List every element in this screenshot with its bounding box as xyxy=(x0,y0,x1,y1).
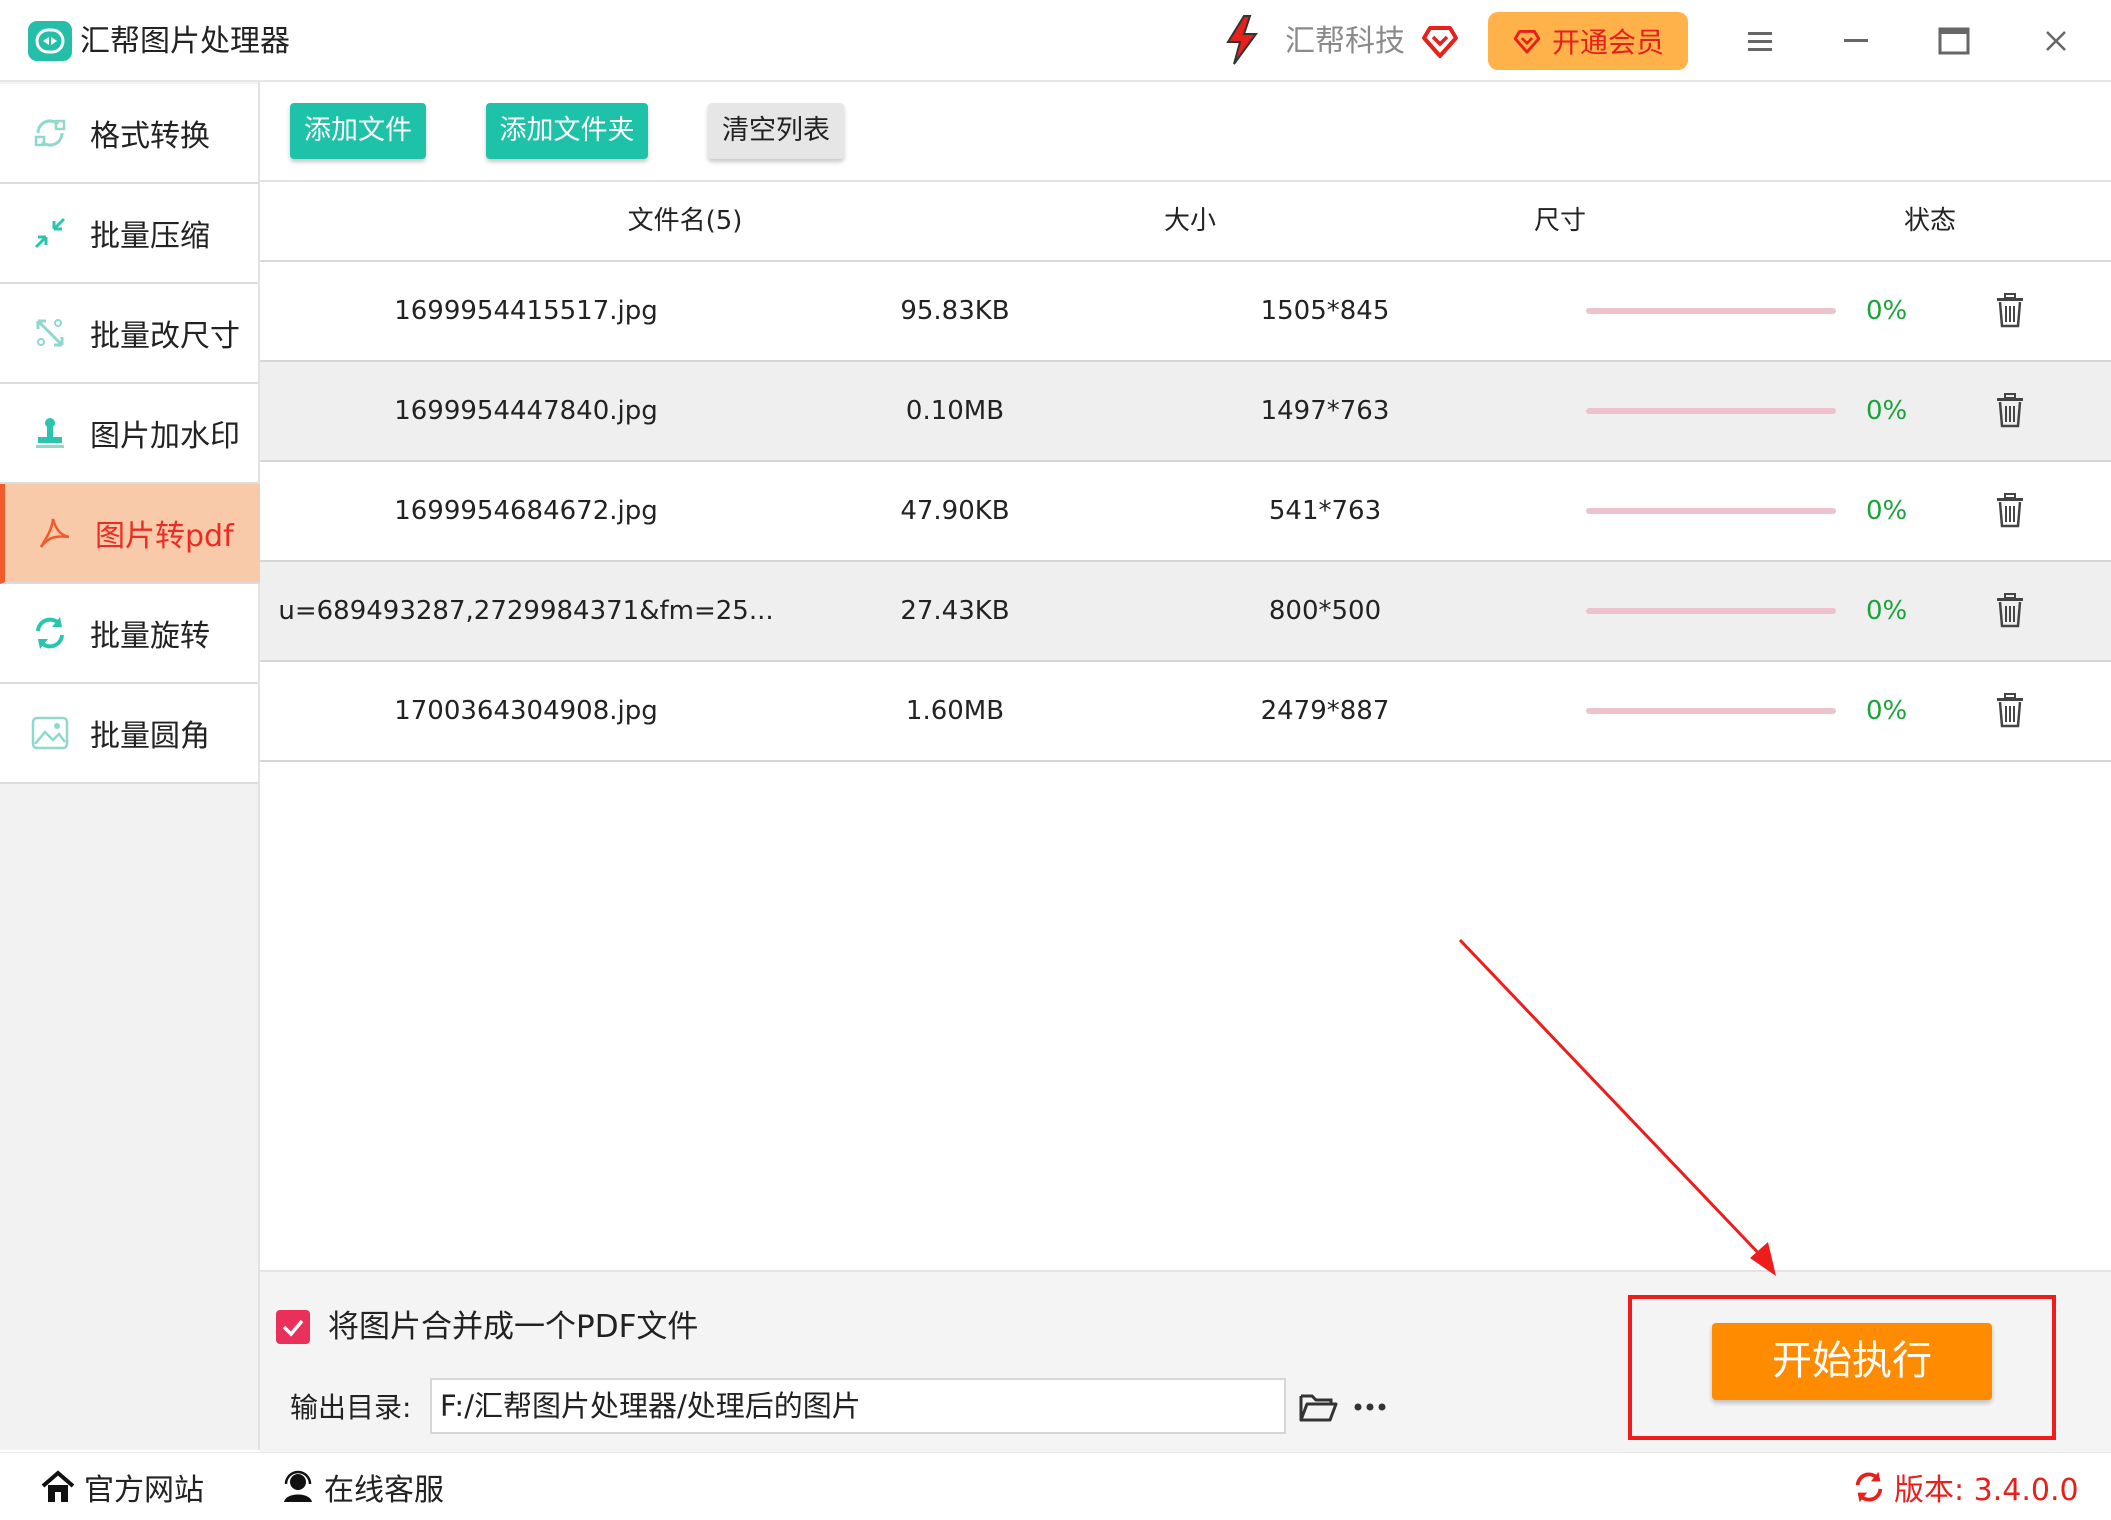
cell-filename: 1700364304908.jpg xyxy=(394,696,658,726)
delete-icon[interactable] xyxy=(1994,592,2026,628)
cell-dimensions: 1505*845 xyxy=(1260,296,1390,326)
sidebar-item-watermark[interactable]: 图片加水印 xyxy=(0,384,258,484)
close-button[interactable] xyxy=(2026,18,2086,64)
app-logo-icon xyxy=(28,21,72,61)
progress-bar xyxy=(1586,708,1836,714)
version-info: 版本: 3.4.0.0 xyxy=(1852,1465,2079,1509)
cell-size: 0.10MB xyxy=(905,396,1005,426)
format-convert-icon xyxy=(30,113,70,153)
table-row: 1699954447840.jpg 0.10MB 1497*763 0% xyxy=(260,362,2111,462)
progress-percent: 0% xyxy=(1866,696,1908,726)
brand-name: 汇帮科技 xyxy=(1285,24,1405,59)
close-icon xyxy=(2046,31,2066,51)
cell-dimensions: 541*763 xyxy=(1268,496,1382,526)
cell-size: 27.43KB xyxy=(900,596,1010,626)
title-bar xyxy=(0,0,2111,82)
progress-bar xyxy=(1586,508,1836,514)
resize-icon xyxy=(30,313,70,353)
delete-icon[interactable] xyxy=(1994,392,2026,428)
table-row: 1700364304908.jpg 1.60MB 2479*887 0% xyxy=(260,662,2111,762)
cell-size: 47.90KB xyxy=(900,496,1010,526)
sidebar-item-rounded-corner[interactable]: 批量圆角 xyxy=(0,684,258,784)
merge-pdf-checkbox[interactable] xyxy=(276,1310,310,1344)
table-row: u=689493287,2729984371&fm=25... 27.43KB … xyxy=(260,562,2111,662)
folder-open-icon[interactable] xyxy=(1298,1390,1338,1424)
merge-pdf-label: 将图片合并成一个PDF文件 xyxy=(328,1309,699,1345)
sidebar-item-rotate[interactable]: 批量旋转 xyxy=(0,584,258,684)
sidebar-item-resize[interactable]: 批量改尺寸 xyxy=(0,284,258,384)
menu-button[interactable] xyxy=(1730,18,1790,64)
pdf-icon xyxy=(35,513,75,553)
cell-dimensions: 1497*763 xyxy=(1260,396,1390,426)
cell-size: 1.60MB xyxy=(905,696,1005,726)
cell-filename: u=689493287,2729984371&fm=25... xyxy=(278,596,774,626)
table-row: 1699954684672.jpg 47.90KB 541*763 0% xyxy=(260,462,2111,562)
sidebar-item-image-to-pdf[interactable]: 图片转pdf xyxy=(0,484,263,584)
progress-bar xyxy=(1586,608,1836,614)
check-icon xyxy=(282,1319,304,1337)
cell-size: 95.83KB xyxy=(900,296,1010,326)
sidebar-item-compress[interactable]: 批量压缩 xyxy=(0,184,258,284)
sidebar-item-label: 图片转pdf xyxy=(95,519,234,554)
heart-icon xyxy=(1422,26,1458,58)
delete-icon[interactable] xyxy=(1994,692,2026,728)
brand-logo-icon xyxy=(1226,15,1258,65)
clear-list-button[interactable]: 清空列表 xyxy=(708,103,844,159)
sidebar-item-label: 批量压缩 xyxy=(90,219,210,254)
hamburger-icon xyxy=(1748,32,1772,51)
online-support-link[interactable]: 在线客服 xyxy=(280,1465,444,1509)
cell-dimensions: 800*500 xyxy=(1268,596,1382,626)
start-button[interactable]: 开始执行 xyxy=(1712,1323,1992,1400)
column-header-dimensions: 尺寸 xyxy=(1533,206,1586,236)
app-title: 汇帮图片处理器 xyxy=(80,24,290,59)
delete-icon[interactable] xyxy=(1994,492,2026,528)
add-file-button[interactable]: 添加文件 xyxy=(290,103,426,159)
more-options-icon[interactable] xyxy=(1350,1394,1390,1420)
official-website-link[interactable]: 官方网站 xyxy=(40,1465,204,1509)
column-header-status: 状态 xyxy=(1903,206,1956,236)
delete-icon[interactable] xyxy=(1994,292,2026,328)
version-label: 版本: 3.4.0.0 xyxy=(1894,1473,2079,1508)
cell-filename: 1699954684672.jpg xyxy=(394,496,658,526)
sidebar-item-label: 批量圆角 xyxy=(90,719,210,754)
cell-filename: 1699954415517.jpg xyxy=(394,296,658,326)
progress-percent: 0% xyxy=(1866,596,1908,626)
progress-bar xyxy=(1586,408,1836,414)
table-row: 1699954415517.jpg 95.83KB 1505*845 0% xyxy=(260,262,2111,362)
cell-dimensions: 2479*887 xyxy=(1260,696,1390,726)
sidebar-item-label: 图片加水印 xyxy=(90,419,240,454)
vip-button[interactable]: 开通会员 xyxy=(1488,12,1688,70)
progress-percent: 0% xyxy=(1866,296,1908,326)
add-folder-button[interactable]: 添加文件夹 xyxy=(486,103,648,159)
rounded-corner-icon xyxy=(30,713,70,753)
official-website-label: 官方网站 xyxy=(84,1473,204,1508)
support-headset-icon xyxy=(284,1470,312,1502)
progress-bar xyxy=(1586,308,1836,314)
compress-icon xyxy=(30,213,70,253)
minimize-button[interactable] xyxy=(1826,18,1886,64)
vip-heart-icon xyxy=(1513,29,1541,54)
sidebar-item-format-convert[interactable]: 格式转换 xyxy=(0,84,258,184)
watermark-icon xyxy=(30,413,70,453)
sidebar-item-label: 格式转换 xyxy=(90,119,210,154)
sidebar-item-label: 批量旋转 xyxy=(90,619,210,654)
table-header: 文件名(5) 大小 尺寸 状态 操作 xyxy=(260,182,2111,262)
refresh-icon xyxy=(1855,1471,1883,1503)
cell-filename: 1699954447840.jpg xyxy=(394,396,658,426)
maximize-icon xyxy=(1938,27,1970,55)
minimize-icon xyxy=(1844,39,1868,42)
maximize-button[interactable] xyxy=(1924,18,1984,64)
home-icon xyxy=(41,1470,75,1502)
progress-percent: 0% xyxy=(1866,396,1908,426)
column-header-filename: 文件名(5) xyxy=(627,206,743,236)
progress-percent: 0% xyxy=(1866,496,1908,526)
output-dir-label: 输出目录: xyxy=(290,1391,412,1424)
online-support-label: 在线客服 xyxy=(324,1473,444,1508)
column-header-size: 大小 xyxy=(1163,206,1216,236)
output-dir-input[interactable] xyxy=(430,1378,1286,1434)
vip-label: 开通会员 xyxy=(1551,26,1664,59)
sidebar-item-label: 批量改尺寸 xyxy=(90,319,240,354)
rotate-icon xyxy=(30,613,70,653)
